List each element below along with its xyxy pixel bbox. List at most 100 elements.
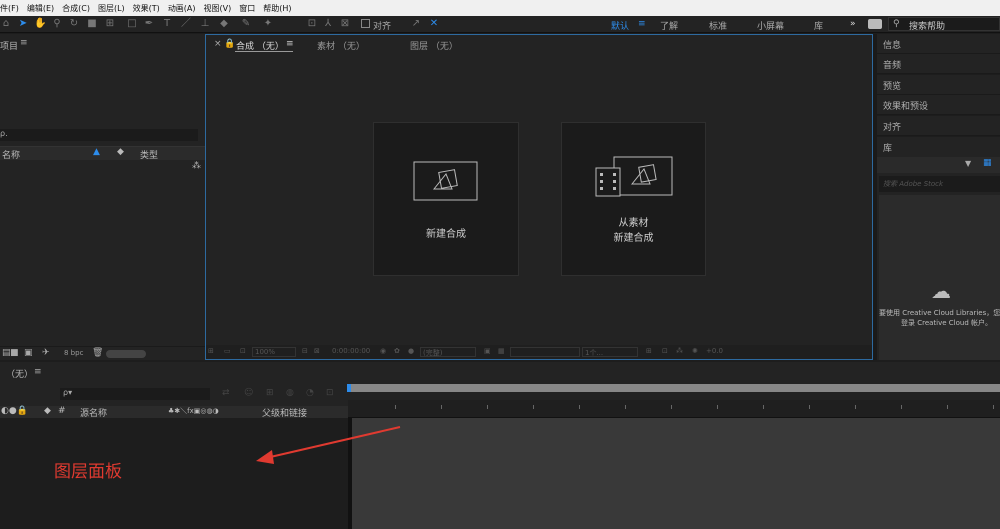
label-tag-icon[interactable]: ◆: [44, 406, 51, 416]
world-axis-icon[interactable]: ⅄: [322, 18, 334, 30]
label-tag-icon[interactable]: ◆: [117, 147, 124, 157]
align-checkbox[interactable]: [361, 19, 370, 28]
menu-window[interactable]: 窗口: [239, 3, 255, 14]
workspace-default[interactable]: 默认: [611, 19, 629, 32]
workspace-menu-icon[interactable]: ≡: [638, 19, 646, 29]
reset-exposure-icon[interactable]: ✺: [692, 347, 698, 355]
cloud-login-message-2[interactable]: 登录 Creative Cloud 帐户。: [901, 318, 992, 328]
new-folder-icon[interactable]: ■: [10, 348, 19, 358]
menu-view[interactable]: 视图(V): [204, 3, 232, 14]
zoom-tool-icon[interactable]: ⚲: [51, 18, 63, 30]
frame-blending-icon[interactable]: ⊞: [266, 388, 274, 398]
menu-animation[interactable]: 动画(A): [168, 3, 196, 14]
panel-menu-icon[interactable]: ≡: [286, 39, 294, 49]
library-select[interactable]: ▼ ▦: [877, 157, 1000, 173]
tab-footage[interactable]: 素材 （无）: [317, 39, 365, 52]
info-panel-tab[interactable]: 信息: [877, 34, 1000, 54]
menu-help[interactable]: 帮助(H): [263, 3, 291, 14]
sort-ascending-icon[interactable]: ▲: [93, 147, 100, 157]
work-area-bar[interactable]: [348, 392, 1000, 400]
view-layout-select[interactable]: 1个...: [582, 347, 638, 357]
color-icon[interactable]: ●: [408, 347, 414, 355]
workspace-libraries[interactable]: 库: [814, 19, 823, 32]
resolution-select[interactable]: (完整): [420, 347, 476, 357]
selection-tool-icon[interactable]: ➤: [17, 18, 29, 30]
graph-editor-icon[interactable]: ◔: [306, 388, 314, 398]
libraries-panel-title[interactable]: 库: [883, 141, 892, 154]
col-type-header[interactable]: 类型: [140, 148, 158, 161]
zoom-select[interactable]: 100%: [252, 347, 296, 357]
align-panel-tab[interactable]: 对齐: [877, 116, 1000, 136]
home-icon[interactable]: ⌂: [0, 18, 12, 30]
project-search-input[interactable]: ρ.: [0, 129, 198, 141]
workspace-small-screen[interactable]: 小屏幕: [757, 19, 784, 32]
brush-tool-icon[interactable]: ／: [180, 18, 192, 30]
preview-panel-tab[interactable]: 预览: [877, 75, 1000, 95]
flowchart-icon[interactable]: ⁂: [676, 347, 683, 355]
new-comp-from-footage-button[interactable]: 从素材 新建合成: [561, 122, 706, 276]
clone-stamp-tool-icon[interactable]: ⊥: [199, 18, 211, 30]
col-name-header[interactable]: 名称: [2, 148, 20, 161]
monitor-icon[interactable]: ▭: [224, 347, 231, 355]
render-queue-icon[interactable]: ✈: [42, 348, 50, 358]
local-axis-icon[interactable]: ⊡: [306, 18, 318, 30]
search-help-field[interactable]: ⚲ 搜索帮助: [888, 17, 1000, 32]
workspace-standard[interactable]: 标准: [709, 19, 727, 32]
close-icon[interactable]: ×: [214, 39, 222, 49]
draft-3d-icon[interactable]: ⇄: [222, 388, 230, 398]
more-workspaces-button[interactable]: »: [850, 19, 856, 29]
camera-view-select[interactable]: [510, 347, 580, 357]
rotate-tool-icon[interactable]: ↻: [68, 18, 80, 30]
shy-icon[interactable]: ☺: [244, 388, 253, 398]
workspace-learn[interactable]: 了解: [660, 19, 678, 32]
mask-toggle-icon[interactable]: ⊡: [240, 347, 246, 355]
new-composition-icon[interactable]: ▣: [24, 348, 33, 358]
menu-layer[interactable]: 图层(L): [98, 3, 125, 14]
transparency-grid-icon[interactable]: ⊠: [314, 347, 320, 355]
audio-panel-tab[interactable]: 音频: [877, 54, 1000, 74]
menu-effect[interactable]: 效果(T): [133, 3, 160, 14]
menu-edit[interactable]: 编辑(E): [27, 3, 54, 14]
rectangle-tool-icon[interactable]: □: [126, 18, 138, 30]
layer-number-header[interactable]: #: [58, 406, 66, 416]
panel-menu-icon[interactable]: ≡: [34, 367, 42, 377]
pan-behind-tool-icon[interactable]: ⊞: [104, 18, 116, 30]
pen-tool-icon[interactable]: ✒: [143, 18, 155, 30]
fast-previews-icon[interactable]: ⊡: [662, 347, 668, 355]
menu-file[interactable]: 件(F): [0, 3, 19, 14]
region-of-interest-icon[interactable]: ▣: [484, 347, 491, 355]
exposure-value[interactable]: +0.0: [706, 347, 723, 355]
camera-tool-icon[interactable]: ■: [86, 18, 98, 30]
stock-search-input[interactable]: 搜索 Adobe Stock: [879, 176, 1000, 192]
time-navigator[interactable]: [348, 384, 1000, 392]
snap-options-icon[interactable]: ✕: [428, 18, 440, 30]
grid-view-icon[interactable]: ▦: [983, 158, 992, 168]
project-panel-title[interactable]: 项目: [0, 39, 18, 52]
motion-blur-icon[interactable]: ◍: [286, 388, 294, 398]
preview-options-icon[interactable]: ⊞: [208, 347, 214, 355]
new-composition-button[interactable]: 新建合成: [373, 122, 519, 276]
grid-icon[interactable]: ⊟: [302, 347, 308, 355]
snap-icon[interactable]: ↗: [410, 18, 422, 30]
sync-settings-icon[interactable]: [868, 19, 882, 29]
layer-search-input[interactable]: ρ▾: [60, 388, 210, 400]
chart-icon[interactable]: ⊡: [326, 388, 334, 398]
timecode-display[interactable]: 0:00:00:00: [332, 347, 370, 355]
flowchart-icon[interactable]: ⁂: [192, 161, 201, 171]
hand-tool-icon[interactable]: ✋: [34, 18, 46, 30]
tab-layer[interactable]: 图层 （无）: [410, 39, 458, 52]
snapshot-icon[interactable]: ◉: [380, 347, 386, 355]
av-features-icons[interactable]: ◐●🔒: [1, 406, 28, 416]
roto-brush-tool-icon[interactable]: ✎: [240, 18, 252, 30]
lock-icon[interactable]: 🔒: [224, 39, 235, 49]
switches-icons[interactable]: ♣✱＼fx▣◎◍◑: [168, 406, 219, 416]
timeline-track-area[interactable]: [352, 418, 1000, 529]
eraser-tool-icon[interactable]: ◆: [218, 18, 230, 30]
menu-composition[interactable]: 合成(C): [62, 3, 90, 14]
time-navigator-start-handle[interactable]: [347, 384, 351, 392]
view-axis-icon[interactable]: ⊠: [339, 18, 351, 30]
show-channel-icon[interactable]: ✿: [394, 347, 400, 355]
puppet-tool-icon[interactable]: ✦: [262, 18, 274, 30]
thumbnail-slider[interactable]: [106, 350, 146, 358]
transparency-icon[interactable]: ▦: [498, 347, 505, 355]
